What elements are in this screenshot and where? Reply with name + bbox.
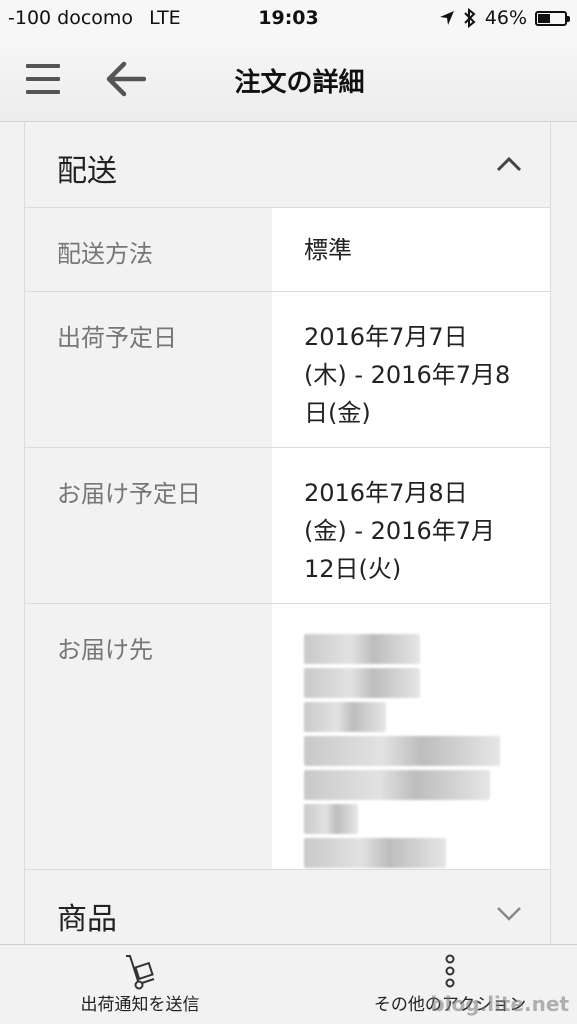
row-value: 2016年7月8日 (金) - 2016年7月 12日(火) xyxy=(272,448,550,603)
shipping-method-row: 配送方法 標準 xyxy=(25,208,550,292)
value-line: 2016年7月8日 xyxy=(304,479,468,507)
redacted-address xyxy=(304,630,550,868)
value-line: (金) - 2016年7月 xyxy=(304,517,495,545)
more-vertical-icon xyxy=(445,954,455,988)
send-shipment-notice-button[interactable]: 出荷通知を送信 xyxy=(30,945,250,1024)
value-line: 12日(火) xyxy=(304,555,402,583)
bluetooth-icon xyxy=(464,8,476,28)
toolbar-label: 出荷通知を送信 xyxy=(80,995,200,1015)
section-title: 配送 xyxy=(57,154,117,189)
row-value: 2016年7月7日 (木) - 2016年7月8 日(金) xyxy=(272,292,550,447)
row-value: 標準 xyxy=(272,208,550,291)
location-arrow-icon xyxy=(439,11,454,25)
ship-date-row: 出荷予定日 2016年7月7日 (木) - 2016年7月8 日(金) xyxy=(25,292,550,448)
address-value xyxy=(272,604,550,869)
chevron-up-icon xyxy=(496,156,522,172)
row-label: お届け予定日 xyxy=(25,448,272,603)
row-label: 配送方法 xyxy=(25,208,272,291)
watermark: blog.lite.net xyxy=(430,992,569,1016)
chevron-down-icon xyxy=(497,907,521,921)
shipping-section-header[interactable]: 配送 xyxy=(25,122,550,208)
value-line: 2016年7月7日 xyxy=(304,323,468,351)
delivery-address-row: お届け先 xyxy=(25,604,550,870)
delivery-date-row: お届け予定日 2016年7月8日 (金) - 2016年7月 12日(火) xyxy=(25,448,550,604)
bottom-toolbar: 出荷通知を送信 その他のアクション blog.lite.net xyxy=(0,944,577,1024)
status-bar: -100 docomo LTE 19:03 46% xyxy=(0,0,577,36)
page-title: 注文の詳細 xyxy=(234,68,365,98)
battery-fill xyxy=(538,13,550,23)
order-details-content: 配送 配送方法 標準 出荷予定日 2016年7月7日 (木) - 2016年7月… xyxy=(24,122,551,944)
app-bar: 注文の詳細 xyxy=(0,36,577,122)
products-section-header[interactable]: 商品 xyxy=(25,870,550,944)
row-label: お届け先 xyxy=(25,604,272,869)
status-right: 46% xyxy=(439,7,570,29)
value-line: 日(金) xyxy=(304,399,371,427)
section-title: 商品 xyxy=(57,902,117,937)
hand-truck-icon xyxy=(126,955,155,990)
battery-percent: 46% xyxy=(484,7,527,29)
value-line: (木) - 2016年7月8 xyxy=(304,361,511,389)
row-label: 出荷予定日 xyxy=(25,292,272,447)
battery-icon xyxy=(535,10,570,26)
